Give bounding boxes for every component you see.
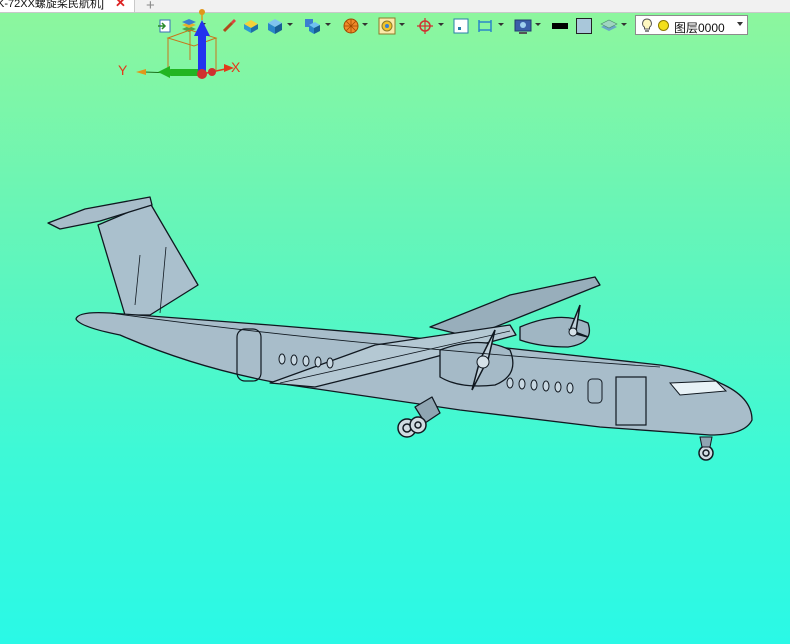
display-settings-icon[interactable] [514,17,532,35]
layer-selector[interactable]: 图层0000 [635,15,748,35]
render-mode-dropdown[interactable] [287,21,293,29]
fuselage [75,311,753,436]
chevron-down-icon [737,22,743,26]
document-tab-title: K-72XX螺旋桨民航机] [0,0,104,10]
view-cube-dropdown[interactable] [325,21,331,29]
y-axis-label: Y [118,62,128,78]
layer-color-swatch [658,20,669,31]
fill-color-icon[interactable] [575,17,593,35]
layer-name: 图层0000 [674,21,725,35]
display-settings-dropdown[interactable] [535,21,541,29]
layer-stack-dropdown[interactable] [621,21,627,29]
wireframe-sphere-icon[interactable] [342,17,360,35]
aircraft-model[interactable] [40,185,760,465]
wireframe-sphere-dropdown[interactable] [362,21,368,29]
line-color-icon[interactable] [551,17,569,35]
vertical-tail [97,202,199,316]
view-cube-icon[interactable] [303,17,321,35]
close-tab-icon[interactable]: ✕ [115,0,126,9]
fit-view-icon[interactable] [452,17,470,35]
lightbulb-icon[interactable] [641,18,653,39]
dimension-icon[interactable] [476,17,494,35]
layer-stack-icon[interactable] [600,17,618,35]
render-mode-icon[interactable] [266,17,284,35]
section-view-icon[interactable] [378,17,396,35]
section-view-dropdown[interactable] [399,21,405,29]
x-axis-label: X [231,59,241,75]
snap-target-dropdown[interactable] [438,21,444,29]
snap-target-icon[interactable] [416,17,434,35]
dimension-dropdown[interactable] [498,21,504,29]
axis-triad [136,9,234,79]
